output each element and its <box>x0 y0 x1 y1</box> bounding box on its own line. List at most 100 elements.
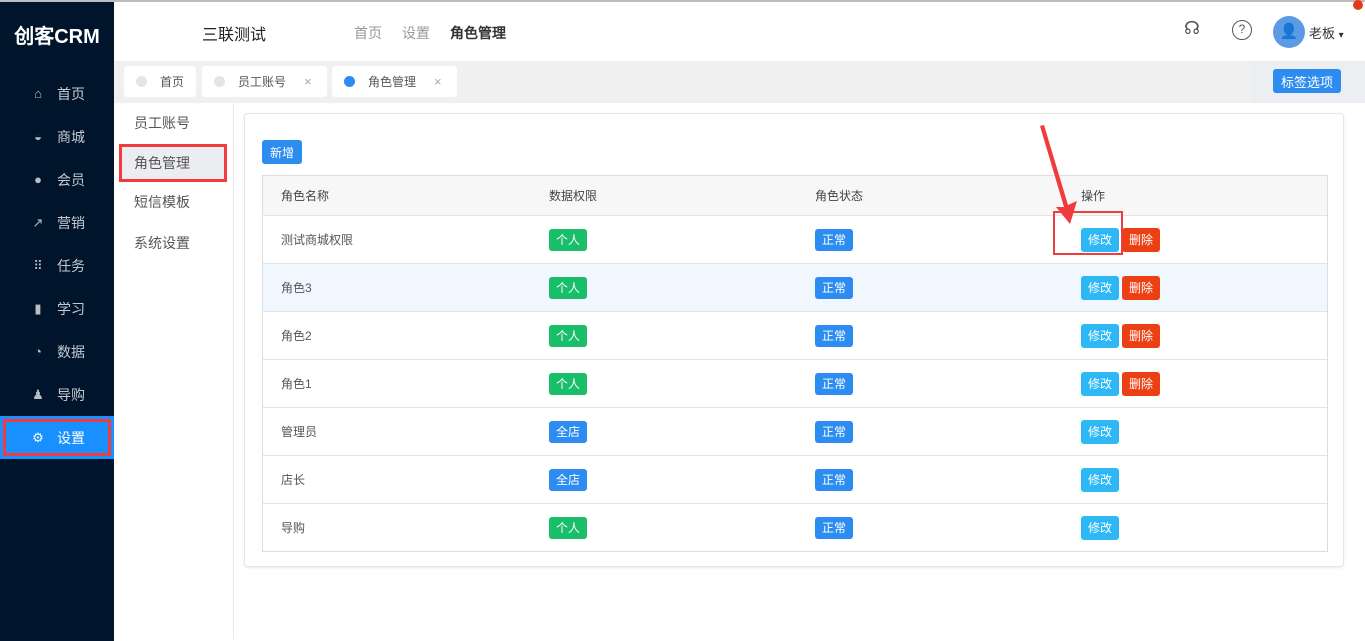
mall-icon: ◒ <box>34 129 42 144</box>
sidebar-item-label: 数据 <box>57 343 85 360</box>
tab-options-area: 标签选项 <box>1250 61 1365 103</box>
tab-role-management[interactable]: 角色管理 × <box>332 66 457 97</box>
scope-badge: 个人 <box>549 516 588 539</box>
role-name: 角色2 <box>281 329 312 343</box>
role-name: 测试商城权限 <box>281 233 354 247</box>
status-badge: 正常 <box>815 372 854 395</box>
sidebar-item-label: 首页 <box>57 85 85 102</box>
edit-button[interactable]: 修改 <box>1081 515 1120 540</box>
content-card: 新增 角色名称 数据权限 角色状态 操作 测试商城权限 个人 正常 修改 删除 角色… <box>244 113 1344 567</box>
sidebar-item-label: 导购 <box>57 386 85 403</box>
close-icon[interactable]: × <box>434 74 442 89</box>
add-role-button[interactable]: 新增 <box>262 140 302 164</box>
submenu-sms-templates[interactable]: 短信模板 <box>114 182 233 223</box>
grid-icon: ⠿ <box>33 257 43 273</box>
edit-button[interactable]: 修改 <box>1081 371 1120 396</box>
tab-dot-icon <box>214 76 225 87</box>
column-header: 角色状态 <box>815 189 864 203</box>
sidebar-item-label: 任务 <box>57 257 85 274</box>
submenu-staff-accounts[interactable]: 员工账号 <box>114 103 233 144</box>
settings-submenu: 员工账号 角色管理 短信模板 系统设置 <box>114 103 234 639</box>
edit-button[interactable]: 修改 <box>1081 467 1120 492</box>
group-icon: ♟ <box>32 386 44 402</box>
user-icon: ● <box>34 172 42 187</box>
sidebar-item-label: 商城 <box>57 128 85 145</box>
sidebar-item-label: 学习 <box>57 300 85 317</box>
status-badge: 正常 <box>815 324 854 347</box>
column-header: 操作 <box>1081 189 1106 203</box>
submenu-system-settings[interactable]: 系统设置 <box>114 223 233 264</box>
help-icon[interactable]: ? <box>1232 20 1252 40</box>
record-indicator-icon <box>1353 0 1363 10</box>
chevron-down-icon: ▾ <box>1338 30 1344 41</box>
edit-button[interactable]: 修改 <box>1081 323 1120 348</box>
annotation-highlight-box <box>1053 211 1123 255</box>
tab-options-button[interactable]: 标签选项 <box>1273 69 1341 93</box>
sidebar-item-label: 营销 <box>57 214 85 231</box>
table-row: 角色2 个人 正常 修改 删除 <box>263 311 1327 359</box>
role-name: 管理员 <box>281 425 318 439</box>
table-row: 店长 全店 正常 修改 <box>263 455 1327 503</box>
close-icon[interactable]: × <box>304 74 312 89</box>
pie-chart-icon: ◔ <box>34 344 42 359</box>
scope-badge: 个人 <box>549 324 588 347</box>
sidebar-item-8[interactable]: ⚙ 设置 <box>0 416 114 459</box>
sidebar: 创客CRM ⌂ 首页 ◒ 商城 ● 会员 ↗ 营销 ⠿ 任务 ▮ 学习 ◔ 数据 ♟ 导购 ⚙ 设置 <box>0 2 114 641</box>
edit-button[interactable]: 修改 <box>1081 275 1120 300</box>
edit-button[interactable]: 修改 <box>1081 419 1120 444</box>
role-name: 店长 <box>281 473 306 487</box>
sidebar-item-4[interactable]: ⠿ 任务 <box>0 244 114 287</box>
user-menu[interactable]: 老板 ▾ <box>1309 23 1344 42</box>
role-name: 角色1 <box>281 377 312 391</box>
delete-button[interactable]: 删除 <box>1122 371 1161 396</box>
avatar[interactable]: 👤 <box>1273 16 1305 48</box>
table-row: 导购 个人 正常 修改 <box>263 503 1327 551</box>
tab-dot-icon <box>344 76 355 87</box>
tab-label: 首页 <box>160 75 185 89</box>
sidebar-item-label: 会员 <box>57 171 85 188</box>
sidebar-item-7[interactable]: ♟ 导购 <box>0 373 114 416</box>
delete-button[interactable]: 删除 <box>1122 323 1161 348</box>
tab-label: 角色管理 <box>368 75 417 89</box>
table-row: 角色1 个人 正常 修改 删除 <box>263 359 1327 407</box>
tab-dot-icon <box>136 76 147 87</box>
tab-bar: 首页 员工账号 × 角色管理 × 标签选项 <box>114 61 1365 103</box>
delete-button[interactable]: 删除 <box>1122 227 1161 252</box>
sidebar-item-2[interactable]: ● 会员 <box>0 158 114 201</box>
submenu-role-management[interactable]: 角色管理 <box>119 144 227 182</box>
breadcrumb: 首页 设置 角色管理 <box>354 23 506 43</box>
table-row: 测试商城权限 个人 正常 修改 删除 <box>263 215 1327 263</box>
app-title: 三联测试 <box>202 27 267 44</box>
status-badge: 正常 <box>815 516 854 539</box>
scope-badge: 个人 <box>549 228 588 251</box>
user-name: 老板 <box>1309 26 1336 41</box>
scope-badge: 全店 <box>549 420 588 443</box>
header: 三联测试 首页 设置 角色管理 ☊ ? 👤 老板 ▾ <box>114 2 1365 62</box>
breadcrumb-current: 角色管理 <box>450 25 506 41</box>
sidebar-item-0[interactable]: ⌂ 首页 <box>0 72 114 115</box>
breadcrumb-home[interactable]: 首页 <box>354 23 382 43</box>
roles-table: 角色名称 数据权限 角色状态 操作 测试商城权限 个人 正常 修改 删除 角色3 个… <box>262 175 1328 552</box>
scope-badge: 个人 <box>549 372 588 395</box>
home-icon: ⌂ <box>34 86 42 101</box>
role-name: 角色3 <box>281 281 312 295</box>
sidebar-item-5[interactable]: ▮ 学习 <box>0 287 114 330</box>
tab-home[interactable]: 首页 <box>124 66 196 97</box>
trend-icon: ↗ <box>32 214 44 230</box>
table-row: 管理员 全店 正常 修改 <box>263 407 1327 455</box>
book-icon: ▮ <box>34 300 42 316</box>
column-header: 数据权限 <box>549 189 598 203</box>
headset-support-icon[interactable]: ☊ <box>1182 19 1202 40</box>
sidebar-item-1[interactable]: ◒ 商城 <box>0 115 114 158</box>
table-row: 角色3 个人 正常 修改 删除 <box>263 263 1327 311</box>
delete-button[interactable]: 删除 <box>1122 275 1161 300</box>
gear-icon: ⚙ <box>32 429 44 445</box>
scope-badge: 全店 <box>549 468 588 491</box>
status-badge: 正常 <box>815 228 854 251</box>
status-badge: 正常 <box>815 420 854 443</box>
tab-staff-accounts[interactable]: 员工账号 × <box>202 66 327 97</box>
tab-label: 员工账号 <box>238 75 287 89</box>
breadcrumb-settings[interactable]: 设置 <box>402 23 430 43</box>
sidebar-item-6[interactable]: ◔ 数据 <box>0 330 114 373</box>
sidebar-item-3[interactable]: ↗ 营销 <box>0 201 114 244</box>
